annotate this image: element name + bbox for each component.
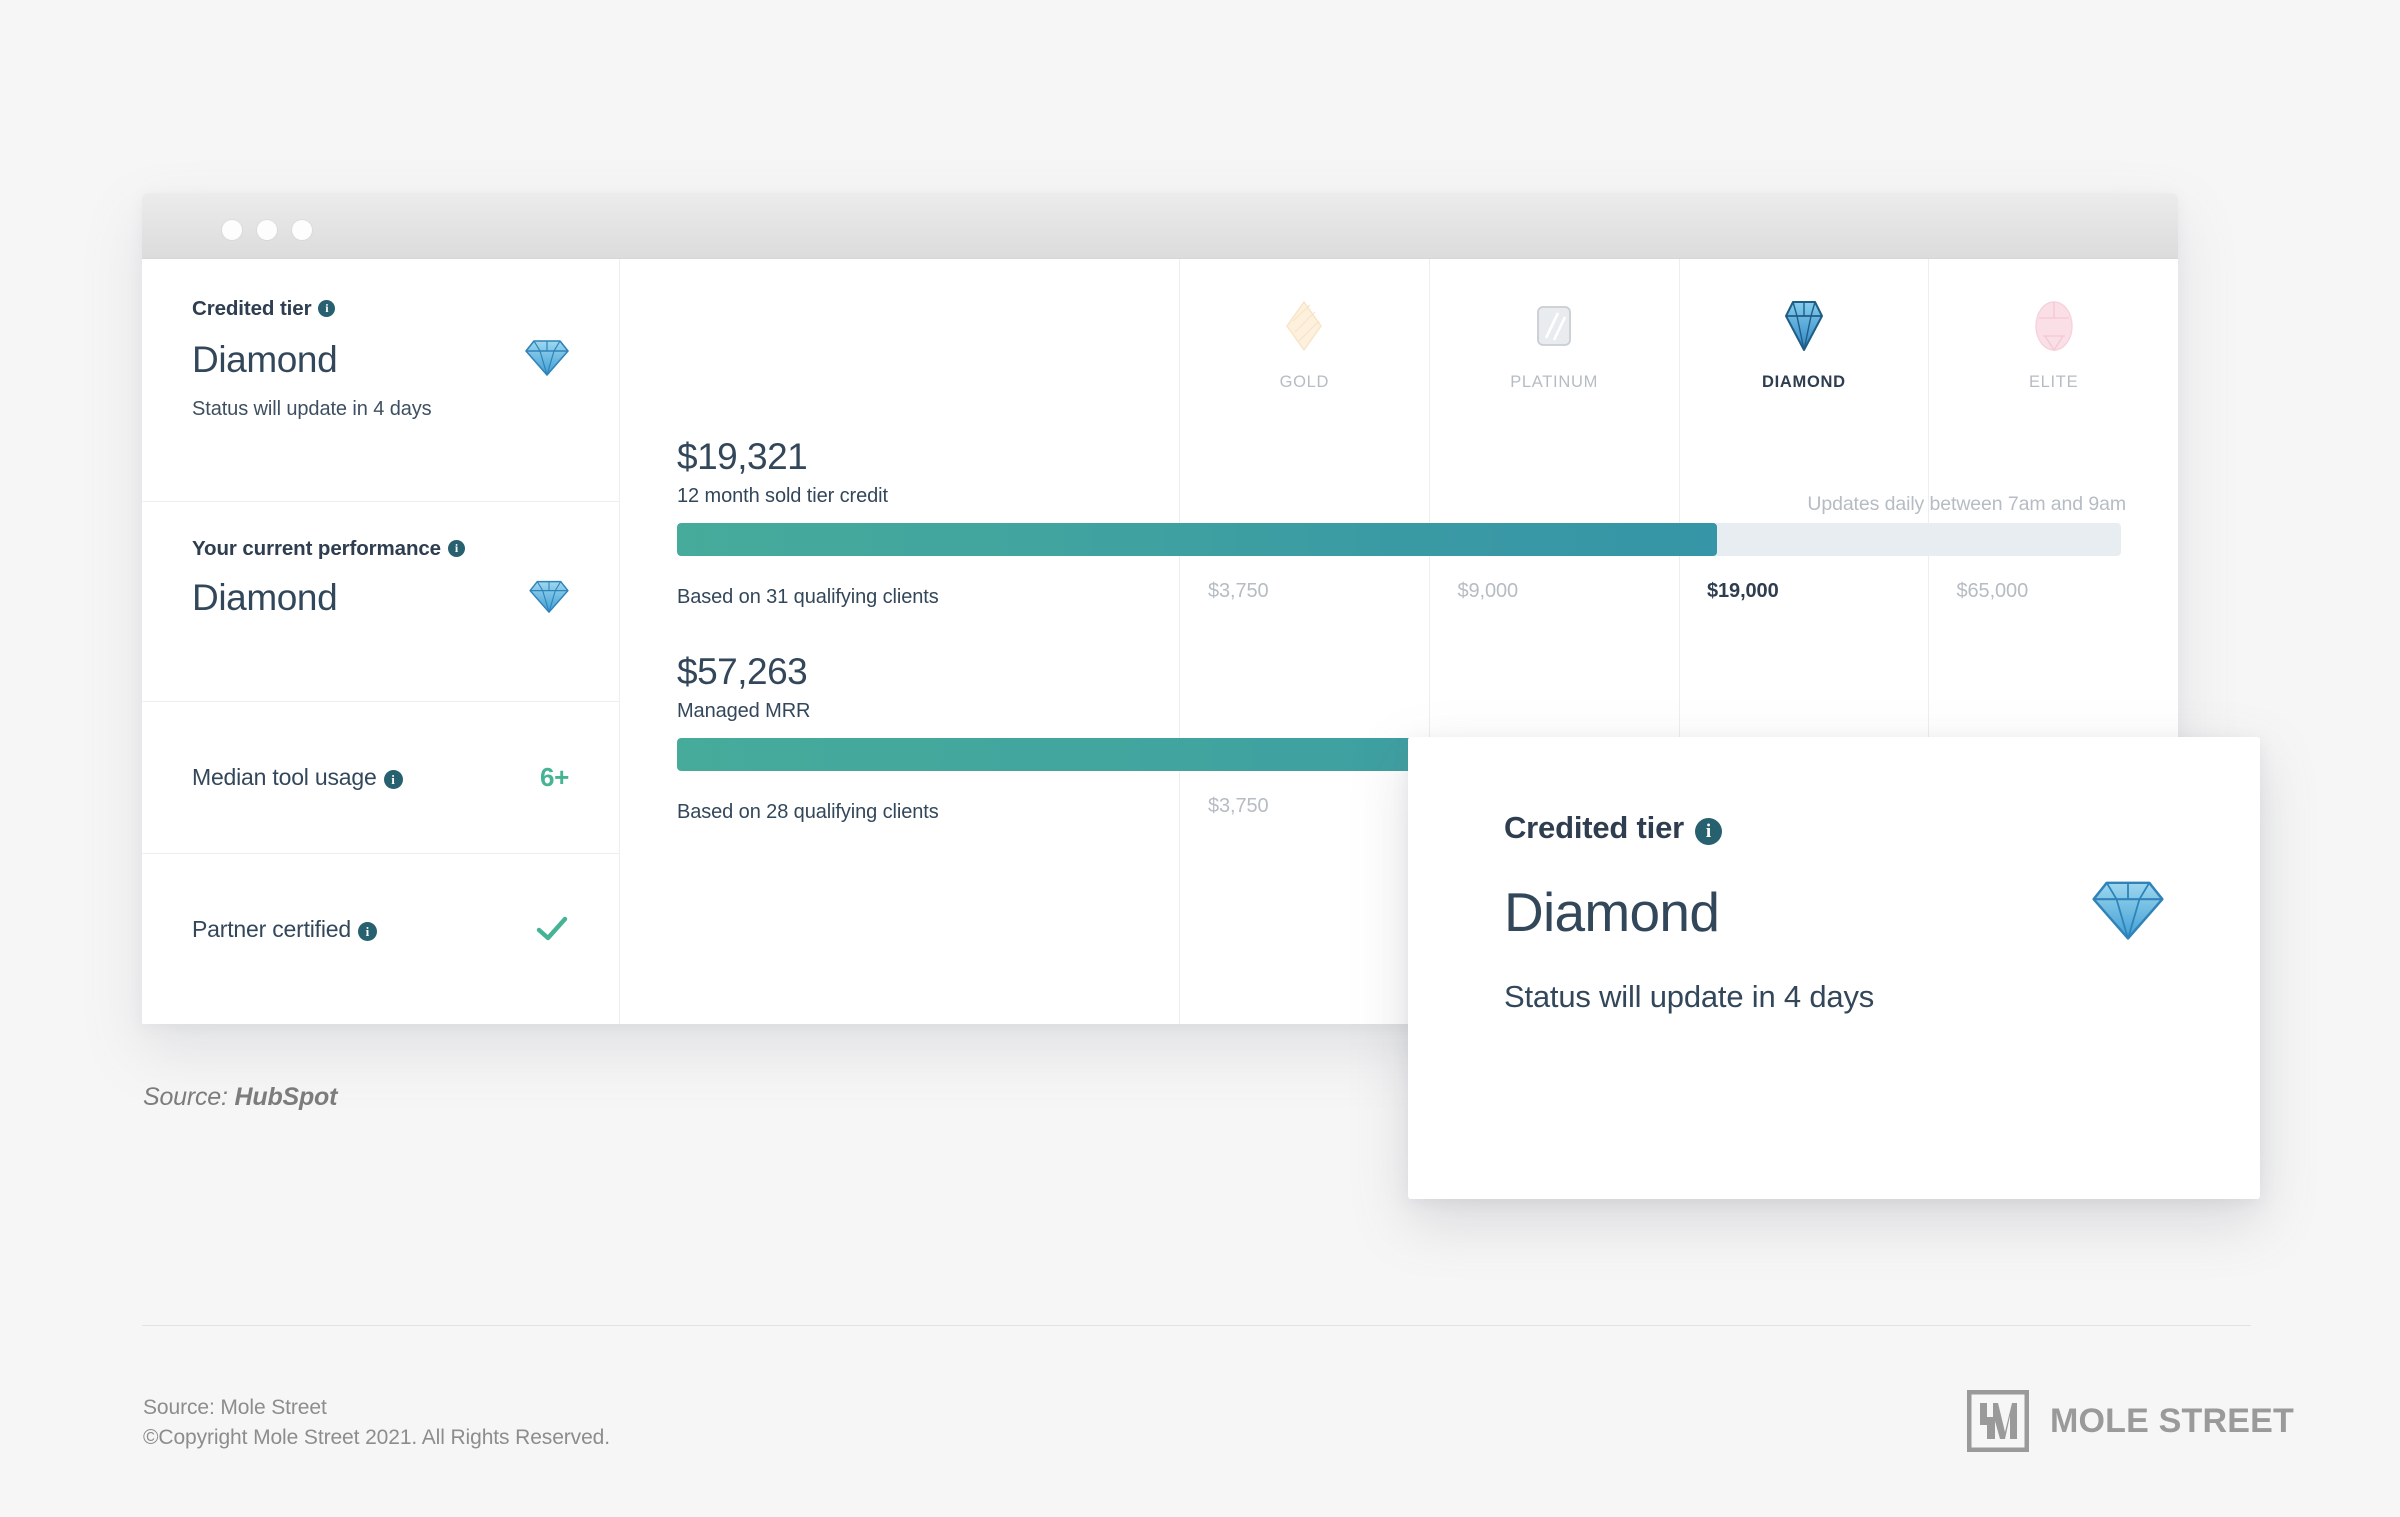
metric-progress-bar [620,523,2178,556]
tier-header-row: GOLD PLATINUM DIAMOND ELITE [620,259,2178,429]
source-note-prefix: Source: [143,1083,235,1111]
partner-certified-label: Partner certified [192,915,351,942]
callout-value: Diamond [1504,880,1720,943]
maximize-dot-icon[interactable] [292,220,312,240]
gold-gem-icon [1284,295,1324,357]
tier-column-diamond[interactable]: DIAMOND [1680,259,1930,429]
browser-titlebar [142,193,2178,259]
threshold-gold: $3,750 [1208,795,1269,817]
info-icon[interactable]: i [447,539,465,557]
tier-name-diamond: DIAMOND [1762,373,1846,391]
median-tool-usage-label: Median tool usage [192,764,377,790]
info-icon[interactable]: i [357,921,377,941]
source-note-name: HubSpot [234,1083,338,1111]
threshold-row: $3,750 $9,000 $19,000 $65,000 [620,580,2178,603]
diamond-gem-icon [2092,876,2164,947]
tier-name-gold: GOLD [1279,373,1330,391]
metric-amount: $19,321 [677,436,808,477]
median-tool-usage-row: Median tool usage i 6+ [142,702,619,854]
elite-gem-icon [2031,295,2077,357]
tier-column-elite[interactable]: ELITE [1929,259,2178,429]
mole-street-mark-icon [1965,1388,2031,1454]
credited-tier-callout-card: Credited tier i Diamond Status will updat… [1408,737,2260,1199]
tier-name-platinum: PLATINUM [1510,373,1599,391]
info-icon[interactable]: i [318,299,336,317]
credited-tier-row: Credited tier i Diamond Status will upda… [142,259,619,502]
threshold-diamond: $19,000 [1707,580,1779,602]
credited-tier-label: Credited tier [192,297,312,320]
footer-divider [142,1325,2251,1326]
current-performance-label: Your current performance [192,537,441,560]
diamond-gem-icon [1784,295,1824,357]
tier-column-gold[interactable]: GOLD [1180,259,1430,429]
threshold-gold: $3,750 [1208,580,1269,602]
progress-fill [677,523,1717,556]
credited-tier-value: Diamond [192,338,338,380]
summary-sidebar: Credited tier i Diamond Status will upda… [142,259,620,1024]
tier-column-platinum[interactable]: PLATINUM [1430,259,1680,429]
minimize-dot-icon[interactable] [257,220,277,240]
callout-status: Status will update in 4 days [1504,979,1875,1015]
tier-name-elite: ELITE [2028,373,2079,391]
current-performance-row: Your current performance i Diamond [142,502,619,702]
credited-tier-status: Status will update in 4 days [192,398,432,420]
metric-amount: $57,263 [677,651,808,692]
partner-certified-row: Partner certified i [142,854,619,1004]
close-dot-icon[interactable] [222,220,242,240]
mole-street-logo-text: MOLE STREET [2050,1401,2294,1440]
footer-copyright-line: ©Copyright Mole Street 2021. All Rights … [143,1425,610,1449]
source-note: Source: HubSpot [143,1083,337,1112]
threshold-elite: $65,000 [1956,580,2029,602]
diamond-gem-icon [529,578,569,619]
diamond-gem-icon [525,337,569,382]
metric-update-note: Updates daily between 7am and 9am [1807,493,2126,515]
threshold-platinum: $9,000 [1457,580,1519,602]
platinum-gem-icon [1533,295,1575,357]
tier-header-spacer [620,259,1180,429]
info-icon[interactable]: i [1695,818,1722,846]
median-tool-usage-value: 6+ [539,762,569,792]
mole-street-logo: MOLE STREET [1965,1388,2294,1454]
metric-caption: Managed MRR [677,700,811,722]
check-icon [535,912,569,946]
progress-track [677,523,2121,556]
metric-footer: Based on 31 qualifying clients $3,750 $9… [620,580,2178,626]
page-root: Credited tier i Diamond Status will upda… [0,0,2400,1517]
current-performance-value: Diamond [192,577,338,618]
footer-source-line: Source: Mole Street [143,1396,327,1419]
footer-text: Source: Mole Street ©Copyright Mole Stre… [143,1393,610,1453]
callout-label: Credited tier [1504,810,1684,845]
info-icon[interactable]: i [383,770,403,790]
metric-sold-tier-credit: $19,321 12 month sold tier credit Update… [620,436,2178,626]
